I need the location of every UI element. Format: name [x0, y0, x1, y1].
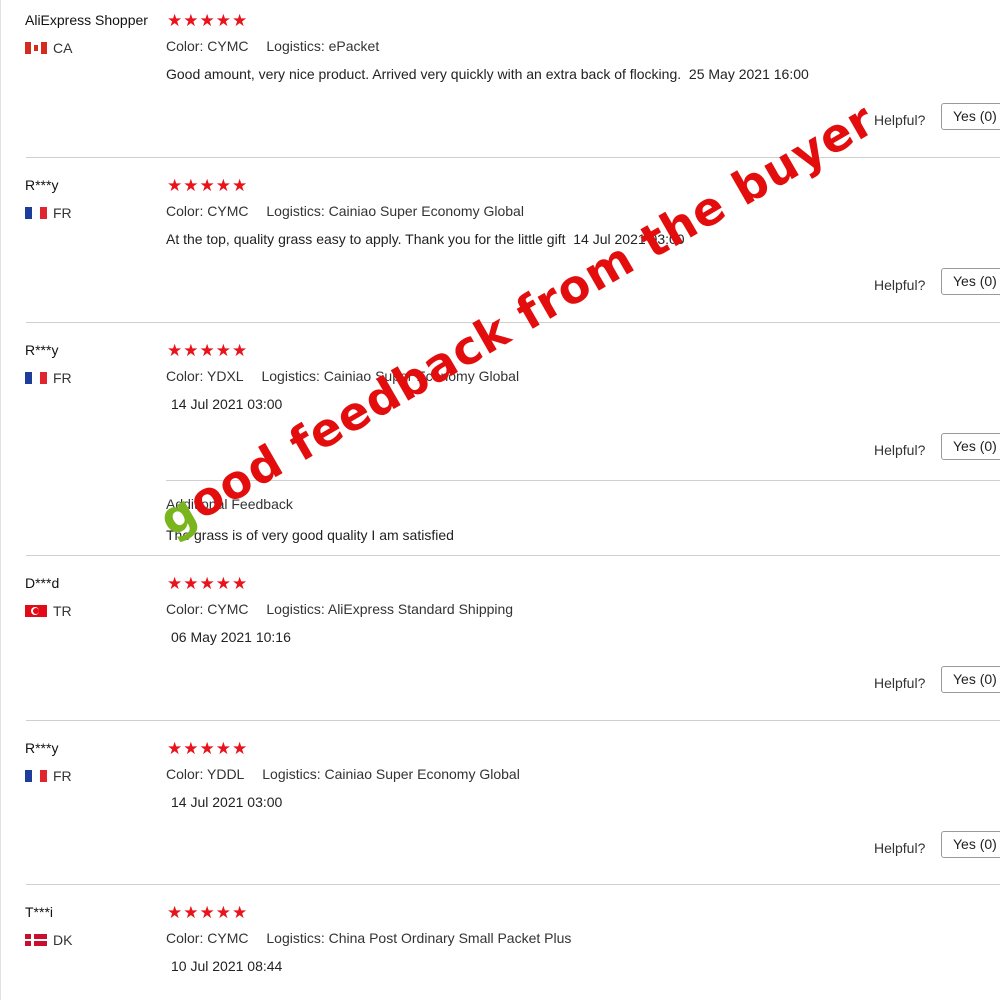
review-date: 10 Jul 2021 08:44	[171, 958, 283, 974]
review-divider	[26, 555, 1000, 556]
reviewer-country: TR	[25, 603, 72, 619]
logistics-value: Cainiao Super Economy Global	[324, 766, 520, 782]
color-label: Color:	[166, 38, 204, 54]
france-flag-icon	[25, 372, 47, 384]
color-label: Color:	[166, 601, 204, 617]
logistics-value: Cainiao Super Economy Global	[328, 203, 524, 219]
star-rating: ★★★★★	[167, 903, 249, 922]
review-date: 14 Jul 2021 03:00	[171, 396, 283, 412]
country-code: DK	[53, 932, 73, 948]
helpful-label: Helpful?	[874, 112, 926, 128]
reviewer-name: R***y	[25, 740, 59, 756]
color-value: CYMC	[207, 203, 249, 219]
helpful-label: Helpful?	[874, 675, 926, 691]
reviewer-name: AliExpress Shopper	[25, 12, 148, 28]
logistics-label: Logistics:	[262, 766, 321, 782]
review-divider	[26, 157, 1000, 158]
country-code: CA	[53, 40, 73, 56]
color-value: YDXL	[207, 368, 244, 384]
helpful-label: Helpful?	[874, 442, 926, 458]
star-rating: ★★★★★	[167, 176, 249, 195]
review-meta: Color: CYMC Logistics: Cainiao Super Eco…	[166, 203, 524, 219]
helpful-yes-button[interactable]: Yes (0)	[941, 666, 1000, 693]
review-date: 25 May 2021 16:00	[688, 66, 809, 82]
color-value: YDDL	[207, 766, 245, 782]
review-text: Good amount, very nice product. Arrived …	[166, 66, 682, 82]
logistics-label: Logistics:	[266, 930, 325, 946]
color-value: CYMC	[207, 930, 249, 946]
star-rating: ★★★★★	[167, 739, 249, 758]
logistics-value: ePacket	[328, 38, 380, 54]
additional-feedback-text: The grass is of very good quality I am s…	[166, 527, 454, 543]
france-flag-icon	[25, 770, 47, 782]
country-code: FR	[53, 768, 72, 784]
reviewer-name: R***y	[25, 177, 59, 193]
review-date: 14 Jul 2021 03:00	[171, 794, 283, 810]
color-label: Color:	[166, 203, 204, 219]
canada-flag-icon	[25, 42, 47, 54]
color-label: Color:	[166, 368, 204, 384]
logistics-label: Logistics:	[266, 38, 325, 54]
color-label: Color:	[166, 766, 204, 782]
star-rating: ★★★★★	[167, 341, 249, 360]
logistics-label: Logistics:	[261, 368, 320, 384]
logistics-label: Logistics:	[266, 203, 325, 219]
helpful-label: Helpful?	[874, 840, 926, 856]
reviewer-country: FR	[25, 768, 72, 784]
logistics-value: AliExpress Standard Shipping	[327, 601, 514, 617]
review-meta: Color: YDDL Logistics: Cainiao Super Eco…	[166, 766, 520, 782]
denmark-flag-icon	[25, 934, 47, 946]
review-divider	[26, 884, 1000, 885]
france-flag-icon	[25, 207, 47, 219]
helpful-yes-button[interactable]: Yes (0)	[941, 103, 1000, 130]
reviewer-name: R***y	[25, 342, 59, 358]
left-border	[0, 0, 1, 1000]
reviewer-country: CA	[25, 40, 72, 56]
star-rating: ★★★★★	[167, 11, 249, 30]
turkey-flag-icon	[25, 605, 47, 617]
logistics-label: Logistics:	[266, 601, 325, 617]
reviewer-name: T***i	[25, 904, 54, 920]
reviewer-country: FR	[25, 370, 72, 386]
logistics-value: China Post Ordinary Small Packet Plus	[328, 930, 572, 946]
review-date: 06 May 2021 10:16	[171, 629, 291, 645]
good-feedback-overlay: good feedback from the buyer	[150, 92, 884, 547]
reviewer-country: FR	[25, 205, 72, 221]
reviewer-name: D***d	[25, 575, 60, 591]
color-value: CYMC	[207, 38, 249, 54]
review-text-line: Good amount, very nice product. Arrived …	[166, 66, 809, 82]
reviewer-country: DK	[25, 932, 72, 948]
review-text: At the top, quality grass easy to apply.…	[166, 231, 566, 247]
color-label: Color:	[166, 930, 204, 946]
country-code: FR	[53, 370, 72, 386]
helpful-yes-button[interactable]: Yes (0)	[941, 831, 1000, 858]
country-code: TR	[53, 603, 72, 619]
review-meta: Color: CYMC Logistics: ePacket	[166, 38, 379, 54]
helpful-yes-button[interactable]: Yes (0)	[941, 433, 1000, 460]
review-meta: Color: CYMC Logistics: AliExpress Standa…	[166, 601, 513, 617]
country-code: FR	[53, 205, 72, 221]
helpful-label: Helpful?	[874, 277, 926, 293]
review-meta: Color: CYMC Logistics: China Post Ordina…	[166, 930, 571, 946]
star-rating: ★★★★★	[167, 574, 249, 593]
color-value: CYMC	[207, 601, 249, 617]
helpful-yes-button[interactable]: Yes (0)	[941, 268, 1000, 295]
review-divider	[26, 720, 1000, 721]
